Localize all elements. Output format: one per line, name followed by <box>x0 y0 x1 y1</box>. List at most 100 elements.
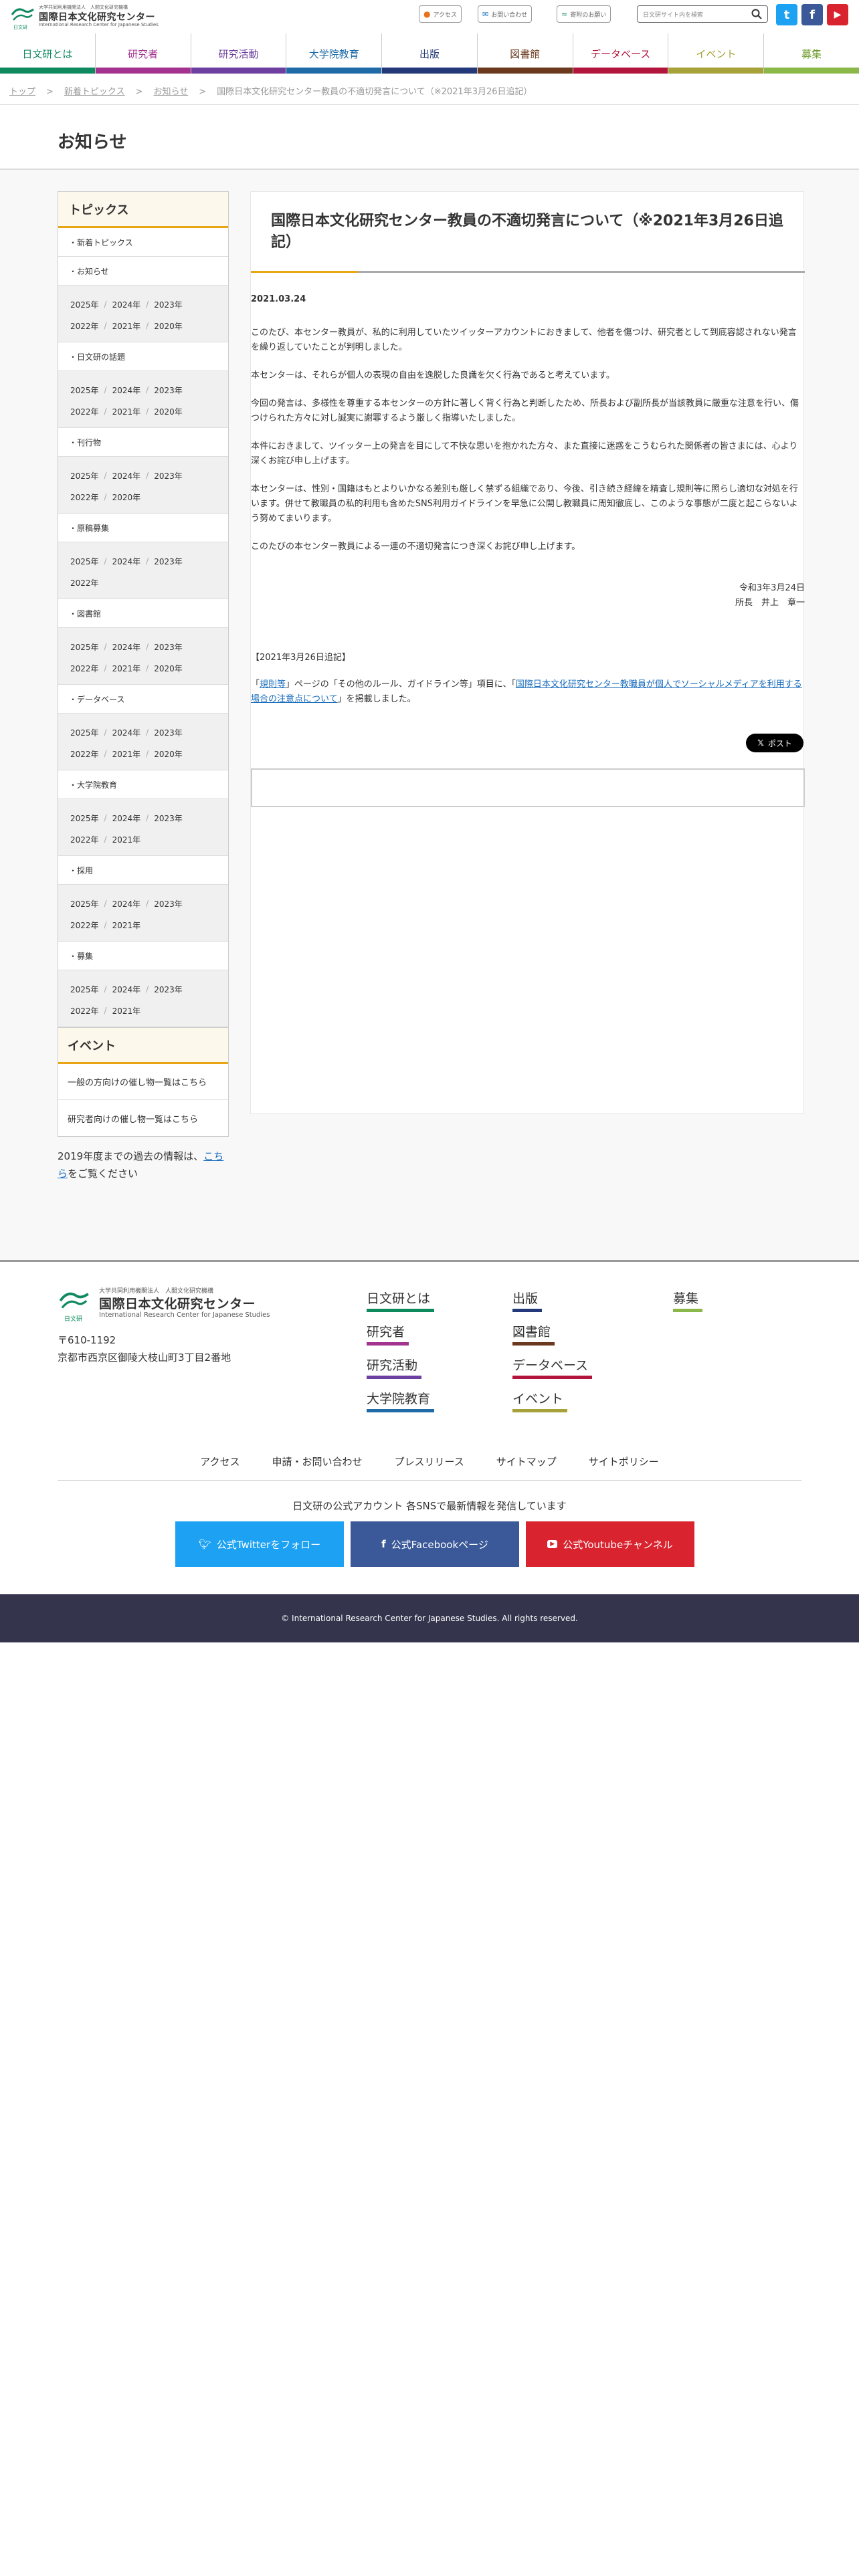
year-link[interactable]: 2022年 <box>70 1005 99 1016</box>
youtube-icon[interactable]: ▶ <box>827 4 848 25</box>
nav-graduate[interactable]: 大学院教育 <box>286 33 382 74</box>
access-link[interactable]: ● アクセス <box>419 5 462 23</box>
year-link[interactable]: 2020年 <box>112 492 141 503</box>
year-link[interactable]: 2023年 <box>154 641 183 653</box>
nav-recruitment[interactable]: 募集 <box>763 33 859 74</box>
year-link[interactable]: 2025年 <box>70 984 99 995</box>
year-link[interactable]: 2025年 <box>70 813 99 824</box>
year-link[interactable]: 2025年 <box>70 898 99 909</box>
footer-nav-item[interactable]: 研究者 <box>367 1322 430 1356</box>
year-link[interactable]: 2025年 <box>70 299 99 310</box>
footer-nav-item[interactable]: データベース <box>512 1356 592 1389</box>
sidebar-category-link[interactable]: ・採用 <box>58 856 228 885</box>
sidebar-category-link[interactable]: ・募集 <box>58 942 228 970</box>
contact-link[interactable]: ✉ お問い合わせ <box>478 5 533 23</box>
sidebar-category-link[interactable]: ・お知らせ <box>58 257 228 286</box>
sidebar-category-link[interactable]: ・データベース <box>58 685 228 714</box>
year-link[interactable]: 2024年 <box>112 813 141 824</box>
footer-nav-item[interactable]: 日文研とは <box>367 1289 434 1322</box>
nav-about[interactable]: 日文研とは <box>0 33 95 74</box>
donation-link[interactable]: ≈ 寄附のお願い <box>557 5 611 23</box>
sidebar-category-link[interactable]: ・刊行物 <box>58 428 228 457</box>
year-link[interactable]: 2024年 <box>112 727 141 738</box>
year-link[interactable]: 2022年 <box>70 834 99 845</box>
footer-nav-item[interactable]: 募集 <box>673 1289 702 1322</box>
twitter-follow-button[interactable]: 🐦︎ 公式Twitterをフォロー <box>175 1521 344 1567</box>
year-link[interactable]: 2024年 <box>112 641 141 653</box>
year-link[interactable]: 2020年 <box>154 406 183 417</box>
youtube-channel-button[interactable]: ▶ 公式Youtubeチャンネル <box>526 1521 694 1567</box>
year-link[interactable]: 2024年 <box>112 299 141 310</box>
events-researchers-link[interactable]: 研究者向けの催し物一覧はこちら <box>58 1100 228 1136</box>
year-link[interactable]: 2023年 <box>154 813 183 824</box>
year-link[interactable]: 2022年 <box>70 320 99 332</box>
sidebar-category-link[interactable]: ・原稿募集 <box>58 514 228 542</box>
rules-link[interactable]: 規則等 <box>260 679 286 689</box>
year-link[interactable]: 2025年 <box>70 727 99 738</box>
year-link[interactable]: 2023年 <box>154 470 183 481</box>
year-link[interactable]: 2024年 <box>112 470 141 481</box>
year-link[interactable]: 2025年 <box>70 385 99 396</box>
footer-logo[interactable]: 大学共同利用機関法人 人間文化研究機構 国際日本文化研究センター Interna… <box>58 1286 278 1323</box>
year-link[interactable]: 2020年 <box>154 663 183 674</box>
breadcrumb-top[interactable]: トップ <box>9 87 35 97</box>
sidebar-category-link[interactable]: ・大学院教育 <box>58 770 228 799</box>
year-link[interactable]: 2020年 <box>154 320 183 332</box>
facebook-page-button[interactable]: f 公式Facebookページ <box>351 1521 519 1567</box>
footer-nav-item[interactable]: 大学院教育 <box>367 1389 434 1422</box>
sidebar-category-link[interactable]: ・図書館 <box>58 599 228 628</box>
year-link[interactable]: 2022年 <box>70 920 99 931</box>
nav-database[interactable]: データベース <box>572 33 668 74</box>
nav-research[interactable]: 研究活動 <box>190 33 286 74</box>
footer-link-access[interactable]: アクセス <box>200 1455 240 1469</box>
nav-events[interactable]: イベント <box>668 33 764 74</box>
facebook-icon[interactable]: f <box>801 4 823 25</box>
year-link[interactable]: 2024年 <box>112 898 141 909</box>
footer-link-policy[interactable]: サイトポリシー <box>589 1455 659 1469</box>
year-link[interactable]: 2021年 <box>112 834 141 845</box>
year-link[interactable]: 2023年 <box>154 898 183 909</box>
year-link[interactable]: 2022年 <box>70 663 99 674</box>
year-link[interactable]: 2021年 <box>112 748 141 760</box>
year-link[interactable]: 2023年 <box>154 385 183 396</box>
search-input[interactable]: 日文研サイト内を検索 <box>637 5 768 23</box>
search-icon[interactable] <box>751 9 762 19</box>
year-link[interactable]: 2021年 <box>112 320 141 332</box>
sidebar-category-link[interactable]: ・日文研の話題 <box>58 342 228 371</box>
footer-nav-item[interactable]: 出版 <box>512 1289 588 1322</box>
year-link[interactable]: 2024年 <box>112 556 141 567</box>
year-link[interactable]: 2022年 <box>70 406 99 417</box>
twitter-icon[interactable]: t <box>776 4 797 25</box>
events-public-link[interactable]: 一般の方向けの催し物一覧はこちら <box>58 1064 228 1100</box>
year-link[interactable]: 2024年 <box>112 385 141 396</box>
year-link[interactable]: 2023年 <box>154 727 183 738</box>
breadcrumb-topics[interactable]: 新着トピックス <box>64 87 125 97</box>
year-link[interactable]: 2025年 <box>70 556 99 567</box>
nav-publications[interactable]: 出版 <box>381 33 477 74</box>
year-link[interactable]: 2025年 <box>70 470 99 481</box>
footer-nav-item[interactable]: 研究活動 <box>367 1356 430 1389</box>
footer-link-sitemap[interactable]: サイトマップ <box>496 1455 557 1469</box>
nav-researchers[interactable]: 研究者 <box>94 33 191 74</box>
year-link[interactable]: 2022年 <box>70 492 99 503</box>
year-link[interactable]: 2023年 <box>154 556 183 567</box>
year-link[interactable]: 2023年 <box>154 984 183 995</box>
footer-link-contact[interactable]: 申請・お問い合わせ <box>272 1455 362 1469</box>
year-link[interactable]: 2020年 <box>154 748 183 760</box>
sidebar-category-link[interactable]: ・新着トピックス <box>58 228 228 257</box>
breadcrumb-news[interactable]: お知らせ <box>153 87 188 97</box>
nav-library[interactable]: 図書館 <box>476 33 573 74</box>
x-post-button[interactable]: 𝕏 ポスト <box>746 734 803 752</box>
year-link[interactable]: 2021年 <box>112 1005 141 1016</box>
year-link[interactable]: 2025年 <box>70 641 99 653</box>
year-link[interactable]: 2022年 <box>70 748 99 760</box>
footer-nav-item[interactable]: イベント <box>512 1389 588 1422</box>
year-link[interactable]: 2021年 <box>112 663 141 674</box>
year-link[interactable]: 2024年 <box>112 984 141 995</box>
year-link[interactable]: 2023年 <box>154 299 183 310</box>
year-link[interactable]: 2022年 <box>70 577 99 588</box>
footer-nav-item[interactable]: 図書館 <box>512 1322 588 1356</box>
footer-link-press[interactable]: プレスリリース <box>394 1455 464 1469</box>
site-logo[interactable]: 大学共同利用機関法人 人間文化研究機構 国際日本文化研究センター Interna… <box>11 4 165 31</box>
year-link[interactable]: 2021年 <box>112 920 141 931</box>
